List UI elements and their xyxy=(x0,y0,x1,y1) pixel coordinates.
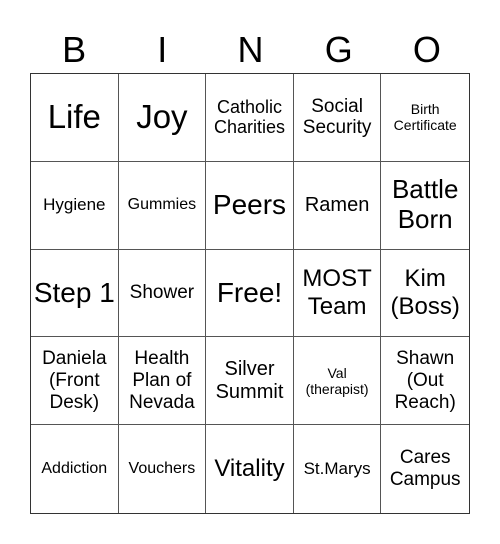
bingo-cell[interactable]: MOST Team xyxy=(293,249,382,338)
header-letter-g: G xyxy=(324,29,353,70)
bingo-cell[interactable]: Val (therapist) xyxy=(293,337,382,426)
bingo-cell[interactable]: Gummies xyxy=(118,161,207,250)
bingo-cell[interactable]: Vitality xyxy=(206,425,294,513)
bingo-cell[interactable]: Peers xyxy=(206,161,294,250)
bingo-cell[interactable]: Battle Born xyxy=(381,162,469,250)
bingo-cell[interactable]: Catholic Charities xyxy=(206,74,294,162)
bingo-cell[interactable]: Hygiene xyxy=(31,161,119,250)
bingo-cell[interactable]: Shawn (Out Reach) xyxy=(381,337,469,426)
bingo-cell[interactable]: Cares Campus xyxy=(381,425,469,513)
bingo-cell[interactable]: Ramen xyxy=(293,161,382,250)
bingo-grid: Life Joy Catholic Charities Social Secur… xyxy=(30,73,470,514)
bingo-cell[interactable]: Silver Summit xyxy=(206,337,294,426)
bingo-cell[interactable]: St.Marys xyxy=(294,425,382,513)
bingo-cell[interactable]: Health Plan of Nevada xyxy=(118,337,207,426)
header-letter-i: I xyxy=(157,29,168,70)
bingo-cell[interactable]: Shower xyxy=(118,249,207,338)
bingo-cell[interactable]: Social Security xyxy=(293,74,382,162)
bingo-cell[interactable]: Vouchers xyxy=(119,425,207,513)
bingo-cell[interactable]: Life xyxy=(31,74,119,162)
header-letter-b: B xyxy=(62,29,87,70)
bingo-cell[interactable]: Daniela (Front Desk) xyxy=(31,337,119,426)
bingo-cell[interactable]: Addiction xyxy=(31,425,119,513)
bingo-cell[interactable]: Kim (Boss) xyxy=(381,250,469,338)
bingo-header: B I N G O xyxy=(30,28,471,72)
bingo-cell[interactable]: Joy xyxy=(118,74,207,162)
free-space-cell[interactable]: Free! xyxy=(206,249,294,338)
bingo-cell[interactable]: Birth Certificate xyxy=(381,74,469,162)
header-letter-o: O xyxy=(412,29,441,70)
bingo-cell[interactable]: Step 1 xyxy=(31,249,119,338)
header-letter-n: N xyxy=(237,29,264,70)
